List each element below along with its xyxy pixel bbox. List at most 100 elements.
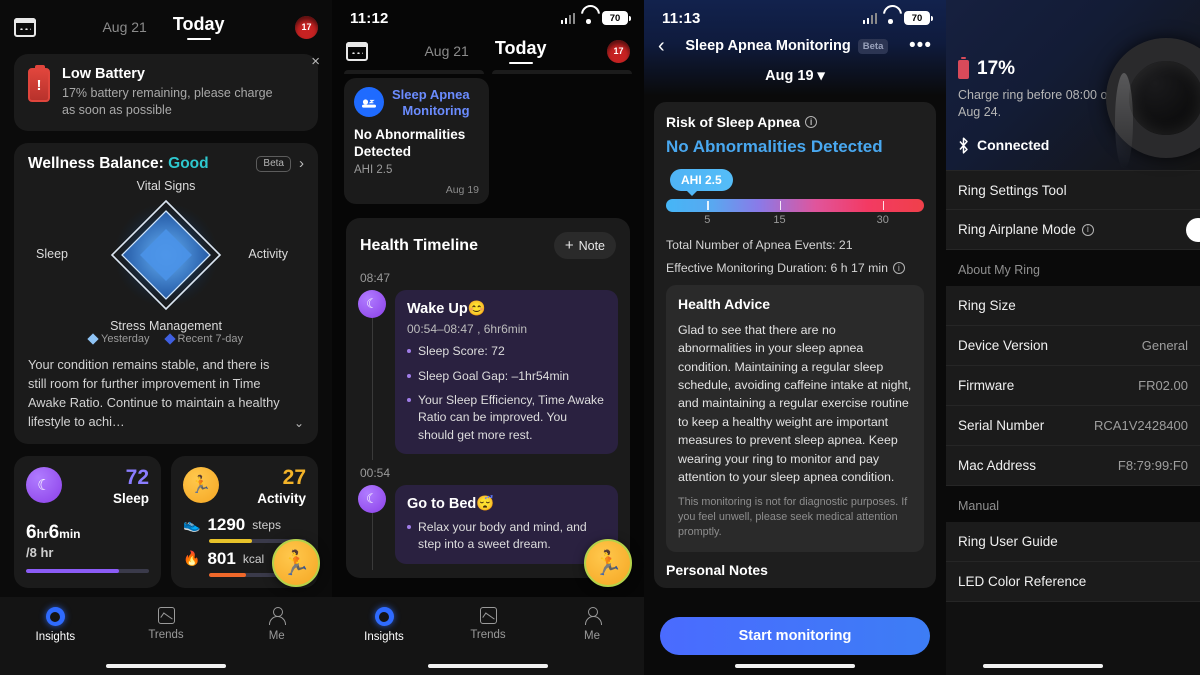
tab-insights[interactable]: Insights [332,607,436,643]
more-options-icon[interactable]: ••• [909,36,932,56]
setting-row-firmware[interactable]: Firmware FR02.00 [946,366,1200,406]
airplane-mode-toggle[interactable] [1186,217,1200,242]
flame-icon: 🔥 [183,550,201,566]
chevron-down-icon[interactable]: ⌄ [294,414,304,432]
wellness-title: Wellness Balance: Good [28,155,209,173]
setting-label: Serial Number [958,418,1045,433]
tab-trends[interactable]: Trends [111,607,222,641]
tab-trends-label: Trends [148,629,184,641]
insights-icon [374,607,394,626]
status-time: 11:12 [350,9,389,27]
activity-score: 27 [282,465,306,489]
sleeping-person-icon [354,87,384,117]
sleep-apnea-summary-card[interactable]: Sleep Apnea Monitoring No Abnormalities … [344,78,489,205]
tab-insights-label: Insights [364,631,404,643]
me-icon [583,607,602,625]
timeline-connector [371,513,373,570]
close-icon[interactable]: × [311,53,320,70]
runner-glyph: 🏃 [190,474,212,494]
apnea-card-date: Aug 19 [445,184,479,197]
date-prev[interactable]: Aug 21 [424,43,468,64]
calendar-icon[interactable] [14,17,36,37]
sleep-mins: 6 [48,521,60,543]
info-icon[interactable]: i [805,116,818,128]
chevron-right-icon[interactable]: › [299,155,304,172]
home-indicator [106,663,226,668]
vital-signs-radar: Vital Signs Sleep Activity Stress Manage… [28,178,304,333]
sleep-hours: 6 [26,521,37,543]
tab-trends[interactable]: Trends [436,607,540,641]
sleep-metric-card[interactable]: ☾ 72 Sleep 6hr6min /8 hr [14,455,161,588]
kcal-unit: kcal [242,551,265,566]
moon-icon: ☾ [358,485,386,514]
bluetooth-icon [959,137,968,154]
panel2-statusbar: 11:12 70 [332,0,644,30]
wellness-label: Wellness Balance: [28,154,164,172]
apnea-card-ahi: AHI 2.5 [354,164,393,177]
panel3-navbar: ‹ Sleep Apnea Monitoring Beta ••• [644,30,946,60]
info-icon[interactable]: i [892,262,905,274]
ahi-scale: AHI 2.5 5 15 30 [666,157,924,229]
add-note-label: Note [578,238,605,253]
timeline-event-wake-up[interactable]: ☾ Wake Up😊 00:54–08:47 , 6hr6min Sleep S… [358,290,618,461]
radar-chart-svg [110,199,222,310]
add-note-button[interactable]: + Note [553,232,616,260]
tab-trends-label: Trends [470,629,506,641]
monitoring-duration: Effective Monitoring Duration: 6 h 17 mi… [666,261,888,275]
card-stub-right [492,70,632,74]
setting-value: F8:79:99:F0 [1117,458,1188,473]
screenshot-stage: Aug 21 Today 17 Low Battery 17% battery … [0,0,1200,675]
tab-me[interactable]: Me [221,607,332,642]
panel2-nav-header: Aug 21 Today 17 [332,30,644,70]
sleeping-person-glyph [362,98,376,108]
setting-row-ring-settings-tool[interactable]: Ring Settings Tool [946,170,1200,210]
ring-battery-badge[interactable]: 17 [607,39,630,63]
setting-row-ring-size[interactable]: Ring Size [946,286,1200,326]
date-selector[interactable]: Aug 19 ▾ [644,60,946,88]
ahi-marker-pill: AHI 2.5 [670,169,733,196]
risk-of-sleep-apnea-card: Risk of Sleep Apnea i No Abnormalities D… [654,102,936,588]
ring-battery-percent: 17% [977,58,1016,79]
info-icon[interactable]: i [1081,223,1094,236]
date-selector-label: Aug 19 [765,68,814,84]
timeline-event-range: 00:54–08:47 , 6hr6min [407,322,528,337]
setting-row-ring-user-guide[interactable]: Ring User Guide [946,522,1200,562]
date-prev[interactable]: Aug 21 [102,19,146,40]
date-current[interactable]: Today [495,38,547,64]
setting-value: General [1141,338,1188,353]
timeline-bullet: Relax your body and mind, and step into … [407,519,606,554]
panel-insights-home: Aug 21 Today 17 Low Battery 17% battery … [0,0,332,675]
back-icon[interactable]: ‹ [658,36,665,56]
section-header-manual: Manual [946,486,1200,522]
legend-label-recent: Recent 7-day [177,332,243,345]
tab-insights[interactable]: Insights [0,607,111,643]
setting-label: Mac Address [958,458,1037,473]
timeline-event-go-to-bed[interactable]: ☾ Go to Bed😴 Relax your body and mind, a… [358,485,618,570]
workout-fab[interactable]: 🏃 [584,539,632,587]
personal-notes-heading: Personal Notes [666,561,768,578]
wifi-icon [581,13,596,24]
ring-battery-badge[interactable]: 17 [295,15,318,39]
home-indicator [982,663,1103,668]
legend-label-yesterday: Yesterday [101,332,150,345]
workout-fab[interactable]: 🏃 [272,539,320,587]
apnea-card-wrap: Sleep Apnea Monitoring No Abnormalities … [332,74,644,205]
legend-swatch-recent [163,333,176,345]
sleep-label: Sleep [112,490,149,506]
date-current[interactable]: Today [173,14,225,40]
cellular-signal-icon [862,12,877,24]
trends-icon [479,607,497,624]
timeline-event-heading: Wake Up😊 [407,301,486,318]
calendar-icon[interactable] [346,41,368,61]
panel-sleep-apnea-detail: 11:13 70 ‹ Sleep Apnea Monitoring Beta •… [644,0,946,675]
setting-row-ring-airplane-mode[interactable]: Ring Airplane Mode i [946,210,1200,250]
start-monitoring-button[interactable]: Start monitoring [660,617,930,655]
timeline-header: Health Timeline + Note [358,230,618,260]
timeline-title: Health Timeline [360,236,478,254]
setting-row-led-color-reference[interactable]: LED Color Reference [946,562,1200,602]
radar-axis-top: Vital Signs [136,178,196,193]
wellness-balance-card[interactable]: Wellness Balance: Good Beta › Vital Sign… [14,142,318,444]
apnea-card-title: Sleep Apnea Monitoring [392,87,470,119]
panel3-statusbar: 11:13 70 [644,0,946,30]
tab-me[interactable]: Me [540,607,644,642]
